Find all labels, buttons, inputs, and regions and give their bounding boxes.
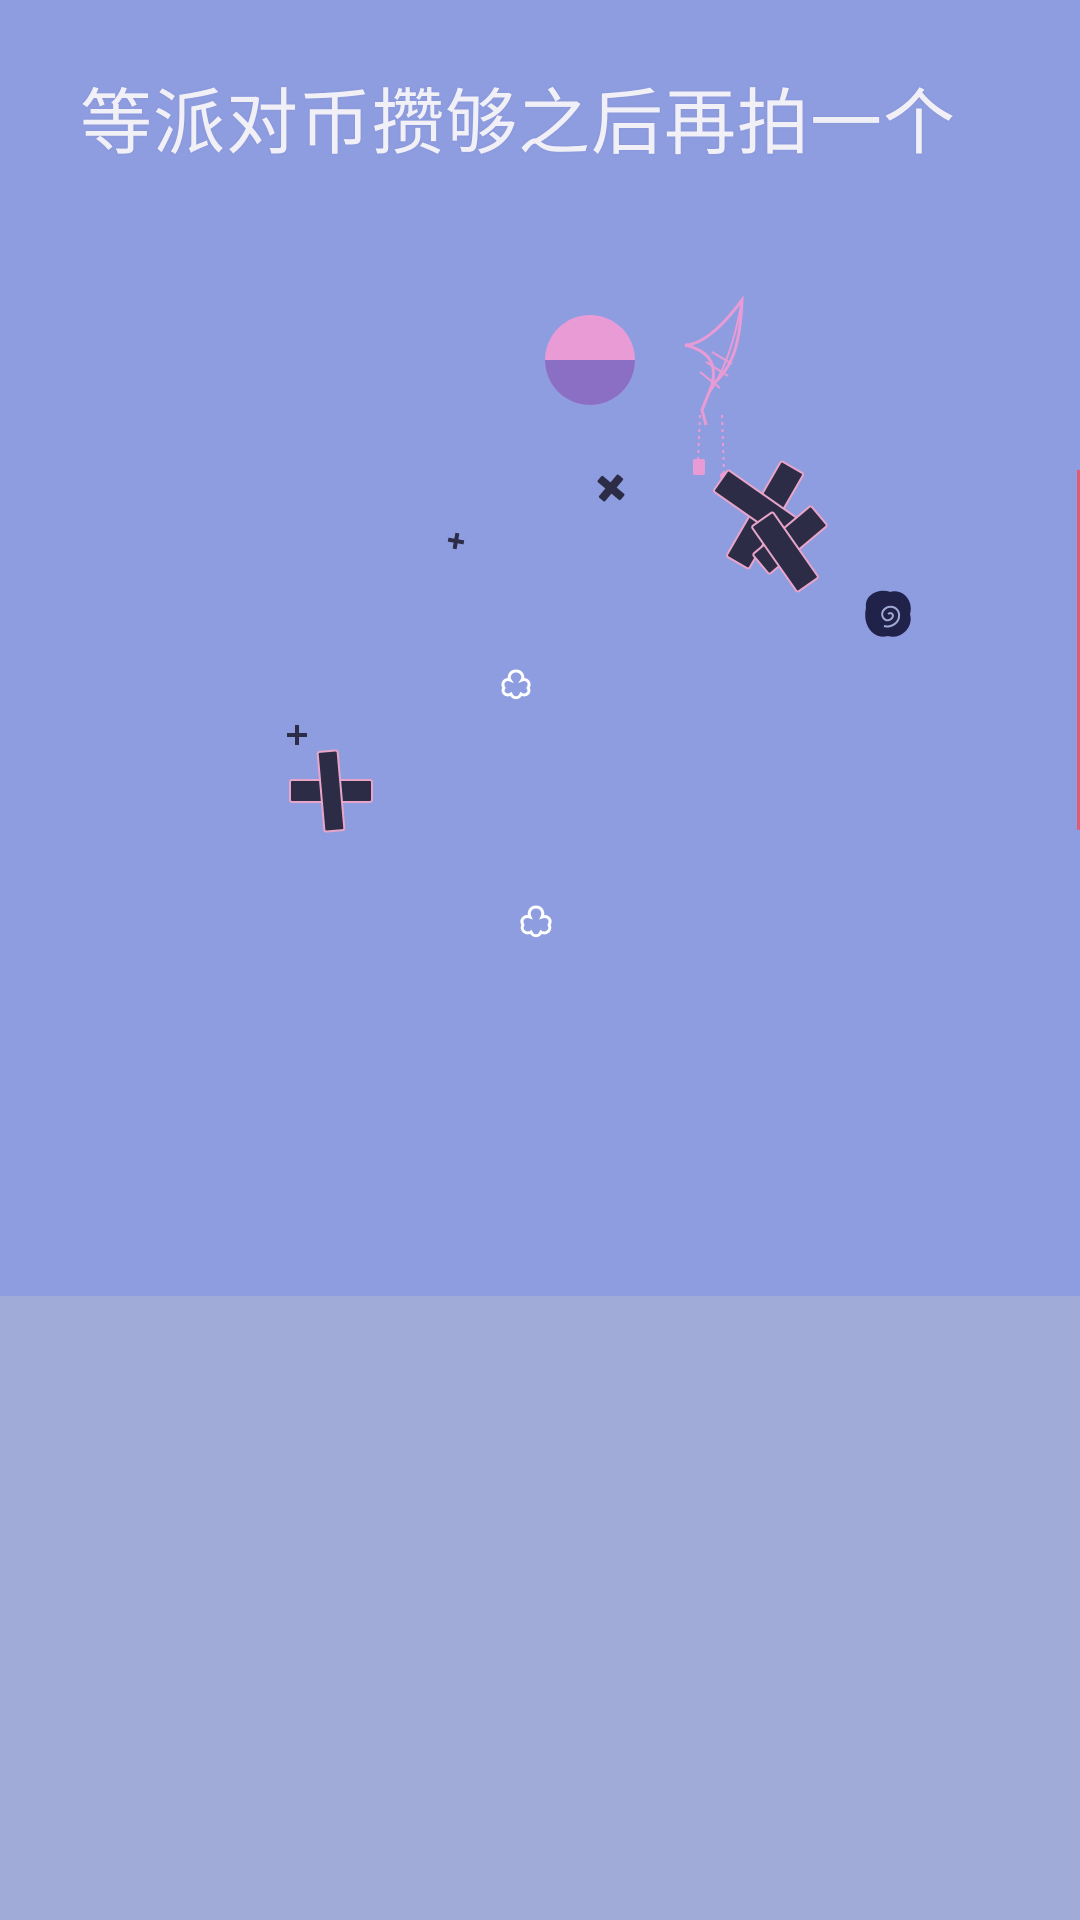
bandage-cross-small-icon (597, 474, 625, 502)
sparkle-cross-icon (287, 725, 307, 745)
bandage-cross-large-icon (713, 460, 828, 593)
flower-outline-icon (520, 905, 552, 938)
game-scene (287, 295, 911, 938)
pink-orb-ornament (545, 315, 635, 405)
scene-background-lower (0, 1296, 1080, 1920)
caption-text: 等派对币攒够之后再拍一个 (80, 81, 957, 165)
pink-feather-charm-icon (684, 295, 744, 480)
flower-outline-icon (501, 669, 531, 700)
bandage-cross-tiny-icon (447, 532, 465, 550)
dark-rose-icon (865, 590, 911, 637)
bandage-cross-medium-icon (289, 749, 373, 833)
